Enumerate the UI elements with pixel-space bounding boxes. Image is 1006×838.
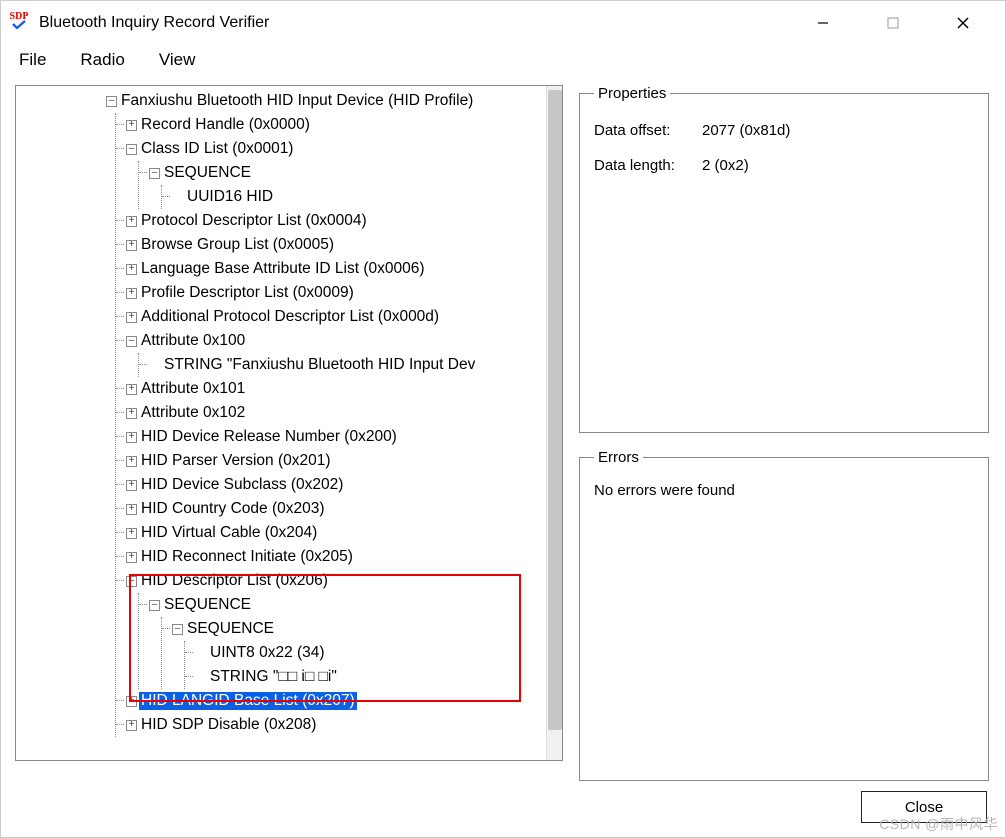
tree-lang-base[interactable]: +Language Base Attribute ID List (0x0006… <box>129 257 546 281</box>
tree-profile-desc[interactable]: +Profile Descriptor List (0x0009) <box>129 281 546 305</box>
menu-radio[interactable]: Radio <box>72 48 132 72</box>
errors-message: No errors were found <box>594 482 974 499</box>
data-offset-label: Data offset: <box>594 122 694 139</box>
data-length-value: 2 (0x2) <box>702 157 749 174</box>
tree-attr-0x100[interactable]: –Attribute 0x100 <box>129 329 546 353</box>
data-length-label: Data length: <box>594 157 694 174</box>
tree-sequence-1[interactable]: –SEQUENCE <box>152 161 546 185</box>
maximize-button[interactable] <box>875 8 911 38</box>
tree-class-id-list[interactable]: –Class ID List (0x0001) <box>129 137 546 161</box>
tree-uuid16[interactable]: UUID16 HID <box>175 185 546 209</box>
tree-virtual-cable[interactable]: +HID Virtual Cable (0x204) <box>129 521 546 545</box>
tree-record-handle[interactable]: +Record Handle (0x0000) <box>129 113 546 137</box>
tree-descriptor-list[interactable]: –HID Descriptor List (0x206) <box>129 569 546 593</box>
tree-addl-protocol[interactable]: +Additional Protocol Descriptor List (0x… <box>129 305 546 329</box>
tree-attr-0x101[interactable]: +Attribute 0x101 <box>129 377 546 401</box>
tree-sequence-inner[interactable]: –SEQUENCE <box>175 617 546 641</box>
window-title: Bluetooth Inquiry Record Verifier <box>39 14 269 32</box>
app-icon: SDP <box>9 13 29 33</box>
errors-legend: Errors <box>594 449 643 466</box>
errors-panel: Errors No errors were found <box>579 449 989 781</box>
tree-reconnect-init[interactable]: +HID Reconnect Initiate (0x205) <box>129 545 546 569</box>
tree-protocol-desc[interactable]: +Protocol Descriptor List (0x0004) <box>129 209 546 233</box>
tree-scrollbar[interactable] <box>546 86 562 760</box>
tree-attr-0x102[interactable]: +Attribute 0x102 <box>129 401 546 425</box>
menu-view[interactable]: View <box>151 48 204 72</box>
menubar: File Radio View <box>1 45 1005 75</box>
tree-langid-base[interactable]: +HID LANGID Base List (0x207) <box>129 689 546 713</box>
client-area: –Fanxiushu Bluetooth HID Input Device (H… <box>1 75 1005 837</box>
tree-browse-group[interactable]: +Browse Group List (0x0005) <box>129 233 546 257</box>
tree-device-subclass[interactable]: +HID Device Subclass (0x202) <box>129 473 546 497</box>
tree-uint8-0x22[interactable]: UINT8 0x22 (34) <box>198 641 546 665</box>
tree-attr-0x100-str[interactable]: STRING "Fanxiushu Bluetooth HID Input De… <box>152 353 546 377</box>
scrollbar-thumb[interactable] <box>548 90 562 730</box>
tree-sdp-disable[interactable]: +HID SDP Disable (0x208) <box>129 713 546 737</box>
main-window: SDP Bluetooth Inquiry Record Verifier Fi… <box>0 0 1006 838</box>
tree-parser-version[interactable]: +HID Parser Version (0x201) <box>129 449 546 473</box>
minimize-button[interactable] <box>805 8 841 38</box>
data-offset-value: 2077 (0x81d) <box>702 122 790 139</box>
tree-sequence-outer[interactable]: –SEQUENCE <box>152 593 546 617</box>
properties-panel: Properties Data offset: 2077 (0x81d) Dat… <box>579 85 989 433</box>
tree-root[interactable]: –Fanxiushu Bluetooth HID Input Device (H… <box>106 89 546 113</box>
menu-file[interactable]: File <box>11 48 54 72</box>
tree-country-code[interactable]: +HID Country Code (0x203) <box>129 497 546 521</box>
titlebar: SDP Bluetooth Inquiry Record Verifier <box>1 1 1005 45</box>
tree-string-boxes[interactable]: STRING "□□ i□ □i" <box>198 665 546 689</box>
watermark: CSDN @雨中风华 <box>879 814 998 834</box>
tree-pane: –Fanxiushu Bluetooth HID Input Device (H… <box>15 85 563 761</box>
tree-scrollport[interactable]: –Fanxiushu Bluetooth HID Input Device (H… <box>16 86 546 760</box>
close-window-button[interactable] <box>945 8 981 38</box>
properties-legend: Properties <box>594 85 670 102</box>
tree-device-release[interactable]: +HID Device Release Number (0x200) <box>129 425 546 449</box>
